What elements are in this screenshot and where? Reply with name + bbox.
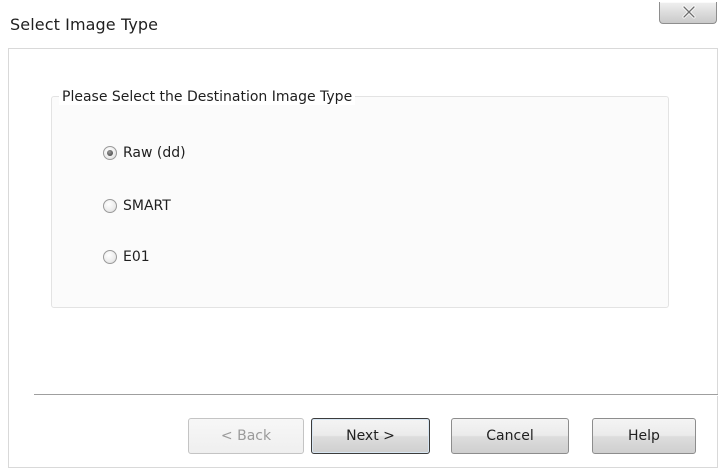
- radio-raw-dd[interactable]: Raw (dd): [103, 143, 186, 163]
- groupbox-legend: Please Select the Destination Image Type: [59, 89, 356, 105]
- footer-separator: [34, 394, 718, 396]
- cancel-button[interactable]: Cancel: [451, 418, 569, 454]
- radio-button-e01[interactable]: [103, 250, 117, 264]
- radio-button-smart[interactable]: [103, 199, 117, 213]
- radio-button-raw-dd[interactable]: [103, 146, 117, 160]
- window-title: Select Image Type: [10, 15, 159, 34]
- radio-label-e01: E01: [123, 249, 150, 265]
- radio-e01[interactable]: E01: [103, 247, 150, 267]
- close-button[interactable]: [659, 2, 717, 24]
- close-icon: [682, 5, 696, 19]
- select-image-type-dialog: Select Image Type Please Select the Dest…: [0, 0, 725, 475]
- title-bar: Select Image Type: [0, 0, 725, 48]
- radio-smart[interactable]: SMART: [103, 196, 171, 216]
- help-button[interactable]: Help: [592, 418, 696, 454]
- back-button[interactable]: < Back: [188, 418, 304, 454]
- next-button[interactable]: Next >: [311, 418, 430, 454]
- radio-label-raw-dd: Raw (dd): [123, 145, 186, 161]
- radio-label-smart: SMART: [123, 198, 171, 214]
